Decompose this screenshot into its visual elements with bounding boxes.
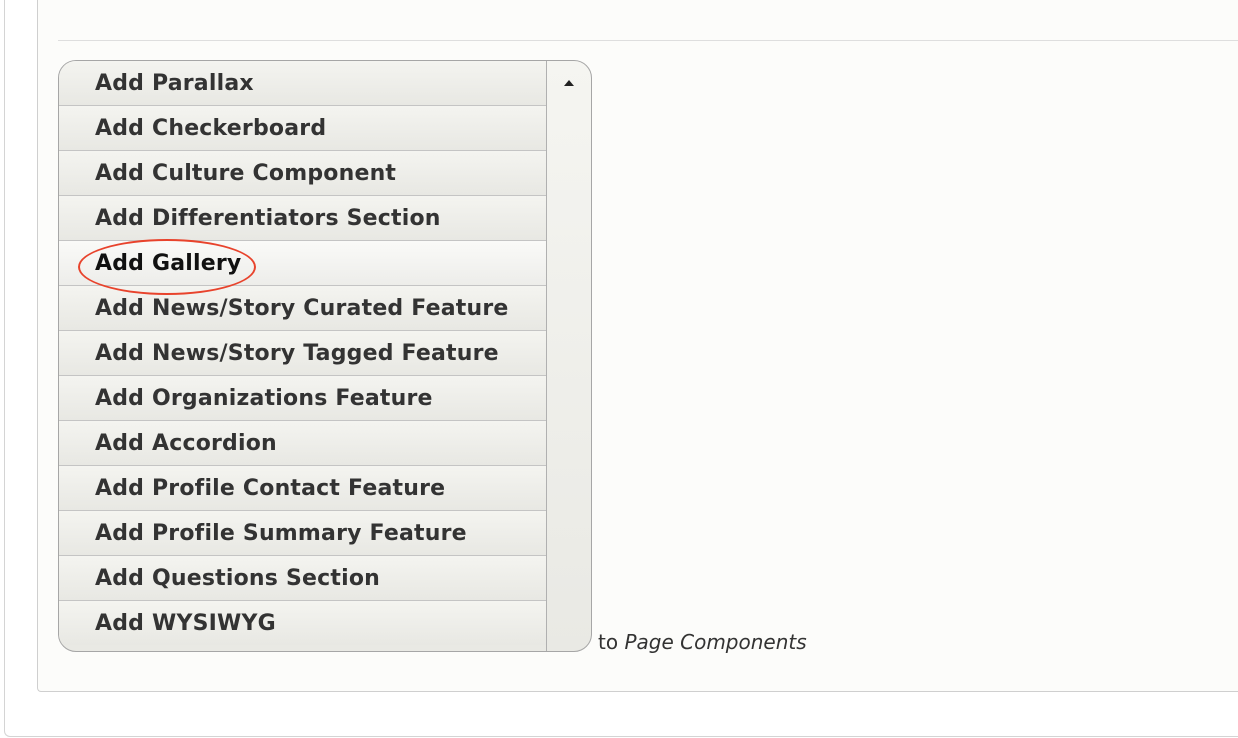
add-culture-component-button[interactable]: Add Culture Component [59, 151, 546, 196]
panel-divider [58, 40, 1238, 41]
target-prefix: to [598, 630, 619, 654]
add-profile-summary-feature-button[interactable]: Add Profile Summary Feature [59, 511, 546, 556]
add-component-dropbutton: Add Parallax Add Checkerboard Add Cultur… [58, 60, 592, 652]
arrow-up-icon [564, 80, 574, 86]
add-news-story-curated-feature-button[interactable]: Add News/Story Curated Feature [59, 286, 546, 331]
add-accordion-button[interactable]: Add Accordion [59, 421, 546, 466]
add-differentiators-section-button[interactable]: Add Differentiators Section [59, 196, 546, 241]
add-questions-section-button[interactable]: Add Questions Section [59, 556, 546, 601]
add-parallax-button[interactable]: Add Parallax [59, 61, 546, 106]
add-gallery-button[interactable]: Add Gallery [59, 241, 546, 286]
add-news-story-tagged-feature-button[interactable]: Add News/Story Tagged Feature [59, 331, 546, 376]
add-checkerboard-button[interactable]: Add Checkerboard [59, 106, 546, 151]
target-field-name: Page Components [624, 630, 807, 654]
dropbutton-list: Add Parallax Add Checkerboard Add Cultur… [59, 61, 547, 651]
dropbutton-toggle[interactable] [547, 61, 591, 105]
target-field-label: to Page Components [598, 630, 807, 654]
add-profile-contact-feature-button[interactable]: Add Profile Contact Feature [59, 466, 546, 511]
add-organizations-feature-button[interactable]: Add Organizations Feature [59, 376, 546, 421]
add-wysiwyg-button[interactable]: Add WYSIWYG [59, 601, 546, 645]
